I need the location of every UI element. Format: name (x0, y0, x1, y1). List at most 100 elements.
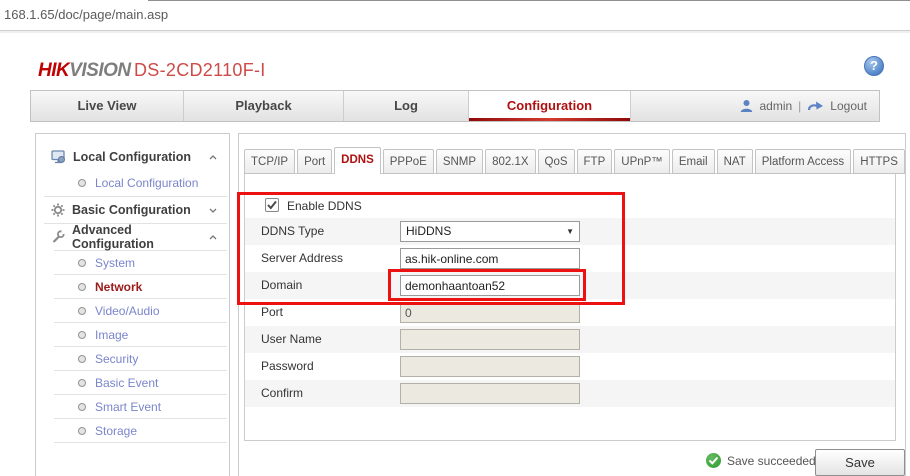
sidebar-item-local-configuration[interactable]: Local Configuration (36, 170, 229, 196)
field-label: Port (261, 299, 283, 326)
bullet-icon (78, 179, 86, 187)
tab-tcpip[interactable]: TCP/IP (244, 149, 295, 174)
basic-configuration-icon (51, 203, 65, 217)
browser-tab-edge (148, 0, 910, 1)
bullet-icon (78, 259, 86, 267)
sidebar-item-label: Image (95, 328, 128, 342)
tab-upnp[interactable]: UPnP™ (614, 149, 670, 174)
enable-ddns-checkbox[interactable] (265, 198, 279, 212)
ddns-type-select[interactable]: HiDDNS ▼ (400, 221, 580, 242)
sidebar-item-label: Basic Event (95, 376, 158, 390)
bullet-icon (78, 283, 86, 291)
logout-button[interactable]: Logout (830, 99, 867, 113)
sidebar-group-local-configuration[interactable]: Local Configuration (36, 144, 229, 170)
form-row-server-address: Server Address (245, 245, 895, 272)
password-input (400, 356, 580, 377)
tab-log[interactable]: Log (344, 91, 469, 121)
logout-arrow-icon (807, 100, 824, 112)
tab-platform-access[interactable]: Platform Access (755, 149, 851, 174)
tab-playback[interactable]: Playback (184, 91, 344, 121)
enable-ddns-row: Enable DDNS (245, 194, 895, 218)
content-panel: TCP/IPPortDDNSPPPoESNMP802.1XQoSFTPUPnP™… (238, 133, 906, 476)
network-tab-strip: TCP/IPPortDDNSPPPoESNMP802.1XQoSFTPUPnP™… (244, 147, 907, 174)
sidebar-item-smart-event[interactable]: Smart Event (36, 395, 229, 418)
checkmark-icon (706, 453, 721, 468)
chevron-up-icon (209, 235, 217, 240)
tab-ftp[interactable]: FTP (577, 149, 613, 174)
sidebar-item-label: Smart Event (95, 400, 161, 414)
sidebar-group-advanced-configuration[interactable]: Advanced Configuration (36, 224, 229, 250)
sidebar-item-image[interactable]: Image (36, 323, 229, 346)
sidebar-item-label: System (95, 256, 135, 270)
save-status-text: Save succeeded. (727, 454, 819, 468)
user-area: admin | Logout (740, 91, 879, 121)
save-button[interactable]: Save (815, 449, 905, 476)
sidebar-group-basic-configuration[interactable]: Basic Configuration (36, 197, 229, 223)
hikvision-logo: HIKVISION (38, 60, 131, 82)
form-row-port: Port (245, 299, 895, 326)
tab-pppoe[interactable]: PPPoE (383, 149, 434, 174)
device-model: DS-2CD2110F-I (134, 60, 266, 81)
tab-email[interactable]: Email (672, 149, 715, 174)
field-label: Domain (261, 272, 302, 299)
field-label: Confirm (261, 380, 303, 407)
local-configuration-icon (51, 150, 66, 164)
sidebar-item-label: Storage (95, 424, 137, 438)
sidebar-item-security[interactable]: Security (36, 347, 229, 370)
form-row-user-name: User Name (245, 326, 895, 353)
sidebar: Local Configuration Local Configuration … (35, 133, 230, 476)
sidebar-item-system[interactable]: System (36, 251, 229, 274)
person-icon (740, 99, 753, 113)
address-bar-url: 168.1.65/doc/page/main.asp (4, 7, 168, 22)
field-label: User Name (261, 326, 322, 353)
sidebar-item-label: Video/Audio (95, 304, 160, 318)
sidebar-item-label: Local Configuration (95, 176, 198, 190)
user-separator: | (798, 99, 801, 113)
hikvision-config-page: 168.1.65/doc/page/main.asp HIKVISION DS-… (0, 0, 910, 476)
enable-ddns-label: Enable DDNS (287, 199, 362, 213)
tab-8021x[interactable]: 802.1X (485, 149, 535, 174)
bullet-icon (78, 403, 86, 411)
bullet-icon (78, 355, 86, 363)
sidebar-group-label: Basic Configuration (72, 203, 209, 217)
server-address-input[interactable] (400, 248, 580, 269)
bullet-icon (78, 331, 86, 339)
tab-https[interactable]: HTTPS (853, 149, 905, 174)
tab-configuration[interactable]: Configuration (469, 91, 631, 121)
logged-in-user: admin (759, 99, 792, 113)
sidebar-item-network[interactable]: Network (36, 275, 229, 298)
logo-hik: HIK (38, 60, 69, 81)
success-check-icon (706, 453, 721, 468)
tab-live-view[interactable]: Live View (31, 91, 184, 121)
bullet-icon (78, 379, 86, 387)
form-row-domain: Domain (245, 272, 895, 299)
sidebar-group-label: Local Configuration (73, 150, 209, 164)
checkmark-icon (266, 199, 278, 211)
form-row-password: Password (245, 353, 895, 380)
sidebar-item-label: Security (95, 352, 138, 366)
field-label: Password (261, 353, 314, 380)
field-label: DDNS Type (261, 218, 324, 245)
logo-vision: VISION (69, 60, 130, 81)
domain-input[interactable] (400, 275, 580, 296)
field-label: Server Address (261, 245, 343, 272)
tab-qos[interactable]: QoS (538, 149, 575, 174)
advanced-configuration-icon (51, 230, 65, 244)
tab-snmp[interactable]: SNMP (436, 149, 483, 174)
tab-nat[interactable]: NAT (717, 149, 753, 174)
bullet-icon (78, 427, 86, 435)
select-arrow-icon: ▼ (566, 222, 574, 242)
help-icon[interactable]: ? (864, 56, 884, 76)
address-bar-divider-shadow (0, 31, 910, 33)
sidebar-item-basic-event[interactable]: Basic Event (36, 371, 229, 394)
selected-value: HiDDNS (406, 224, 451, 238)
sidebar-item-label: Network (95, 280, 142, 294)
tab-port[interactable]: Port (297, 149, 332, 174)
sidebar-item-storage[interactable]: Storage (36, 419, 229, 442)
main-navbar: Live View Playback Log Configuration adm… (30, 90, 880, 122)
ddns-form: Enable DDNS DDNS Type HiDDNS ▼ Server Ad… (244, 173, 896, 441)
sidebar-group-label: Advanced Configuration (72, 223, 209, 251)
sidebar-item-video-audio[interactable]: Video/Audio (36, 299, 229, 322)
chevron-up-icon (209, 155, 217, 160)
tab-ddns[interactable]: DDNS (334, 147, 381, 174)
